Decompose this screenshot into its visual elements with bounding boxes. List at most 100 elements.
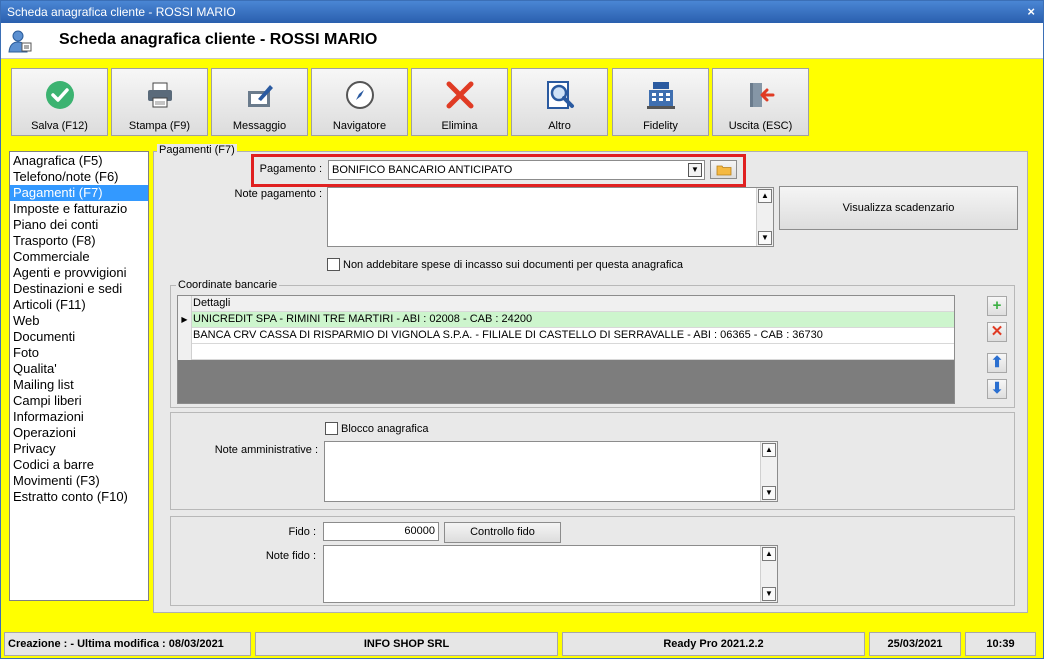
status-version: Ready Pro 2021.2.2 (562, 632, 865, 656)
nav-item-estratto-conto[interactable]: Estratto conto (F10) (10, 489, 148, 505)
pagamento-select[interactable]: BONIFICO BANCARIO ANTICIPATO ▼ (328, 160, 705, 180)
table-row[interactable]: BANCA CRV CASSA DI RISPARMIO DI VIGNOLA … (178, 328, 954, 344)
note-amministrative-field[interactable]: ▲ ▼ (324, 441, 778, 502)
coordinate-bancarie-grid: Dettagli ▶ UNICREDIT SPA - RIMINI TRE MA… (177, 295, 955, 404)
delete-button[interactable]: Elimina (411, 68, 508, 136)
no-spese-label: Non addebitare spese di incasso sui docu… (343, 259, 683, 271)
move-up-icon[interactable]: ⬆ (987, 353, 1007, 373)
message-button-label: Messaggio (232, 120, 287, 132)
open-folder-button[interactable] (710, 160, 737, 179)
fido-label: Fido : (288, 526, 316, 538)
move-down-icon[interactable]: ⬇ (987, 379, 1007, 399)
pagamento-label: Pagamento : (259, 163, 322, 175)
nav-item-web[interactable]: Web (10, 313, 148, 329)
user-card-icon (8, 30, 32, 53)
fidelity-button-label: Fidelity (643, 120, 678, 132)
add-icon[interactable]: + (987, 296, 1007, 316)
nav-item-anagrafica[interactable]: Anagrafica (F5) (10, 153, 148, 169)
fidelity-button[interactable]: Fidelity (612, 68, 709, 136)
title-bar: Scheda anagrafica cliente - ROSSI MARIO … (1, 1, 1043, 23)
blocco-anagrafica-checkbox[interactable] (325, 422, 338, 435)
other-button-label: Altro (548, 120, 571, 132)
note-fido-scrollbar[interactable]: ▲ ▼ (760, 546, 777, 602)
nav-item-foto[interactable]: Foto (10, 345, 148, 361)
page-title: Scheda anagrafica cliente - ROSSI MARIO (59, 31, 378, 48)
row-indicator (178, 344, 192, 360)
nav-item-campi-liberi[interactable]: Campi liberi (10, 393, 148, 409)
main-window: Scheda anagrafica cliente - ROSSI MARIO … (0, 0, 1044, 659)
scroll-down-icon[interactable]: ▼ (762, 587, 776, 601)
payments-section-label: Pagamenti (F7) (157, 144, 237, 156)
nav-item-codici-barre[interactable]: Codici a barre (10, 457, 148, 473)
bank-row-text: UNICREDIT SPA - RIMINI TRE MARTIRI - ABI… (193, 313, 533, 325)
nav-item-commerciale[interactable]: Commerciale (10, 249, 148, 265)
grid-header: Dettagli (178, 296, 954, 312)
navigator-button-label: Navigatore (332, 120, 387, 132)
controllo-fido-button[interactable]: Controllo fido (444, 522, 561, 543)
nav-item-privacy[interactable]: Privacy (10, 441, 148, 457)
scroll-up-icon[interactable]: ▲ (758, 189, 772, 203)
scroll-up-icon[interactable]: ▲ (762, 547, 776, 561)
column-header-dettagli[interactable]: Dettagli (193, 297, 230, 309)
window-title: Scheda anagrafica cliente - ROSSI MARIO (7, 5, 236, 19)
row-indicator (178, 328, 192, 344)
nav-item-pagamenti[interactable]: Pagamenti (F7) (10, 185, 148, 201)
nav-item-agenti[interactable]: Agenti e provvigioni (10, 265, 148, 281)
exit-button-label: Uscita (ESC) (728, 120, 793, 132)
scroll-down-icon[interactable]: ▼ (758, 231, 772, 245)
nav-item-movimenti[interactable]: Movimenti (F3) (10, 473, 148, 489)
nav-item-qualita[interactable]: Qualita' (10, 361, 148, 377)
scroll-down-icon[interactable]: ▼ (762, 486, 776, 500)
other-button[interactable]: Altro (511, 68, 608, 136)
status-time: 10:39 (965, 632, 1036, 656)
nav-item-trasporto[interactable]: Trasporto (F8) (10, 233, 148, 249)
message-button[interactable]: Messaggio (211, 68, 308, 136)
status-date: 25/03/2021 (869, 632, 961, 656)
section-list: Anagrafica (F5) Telefono/note (F6) Pagam… (9, 151, 149, 601)
status-creazione: Creazione : - Ultima modifica : 08/03/20… (4, 632, 251, 656)
note-fido-label: Note fido : (265, 550, 316, 562)
print-button[interactable]: Stampa (F9) (111, 68, 208, 136)
message-edit-icon (248, 85, 273, 107)
nav-item-informazioni[interactable]: Informazioni (10, 409, 148, 425)
bank-row-text: BANCA CRV CASSA DI RISPARMIO DI VIGNOLA … (193, 329, 823, 341)
exit-button[interactable]: Uscita (ESC) (712, 68, 809, 136)
print-button-label: Stampa (F9) (128, 120, 191, 132)
table-row[interactable]: ▶ UNICREDIT SPA - RIMINI TRE MARTIRI - A… (178, 312, 954, 328)
save-button[interactable]: Salva (F12) (11, 68, 108, 136)
nav-item-destinazioni[interactable]: Destinazioni e sedi (10, 281, 148, 297)
remove-icon[interactable]: ✕ (987, 322, 1007, 342)
fido-input[interactable]: 60000 (323, 522, 439, 541)
nav-item-operazioni[interactable]: Operazioni (10, 425, 148, 441)
check-circle-icon (46, 81, 74, 109)
chevron-down-icon[interactable]: ▼ (688, 163, 702, 177)
blocco-anagrafica-label: Blocco anagrafica (341, 423, 429, 435)
nav-item-telefono[interactable]: Telefono/note (F6) (10, 169, 148, 185)
compass-icon (346, 81, 374, 109)
visualizza-scadenzario-button[interactable]: Visualizza scadenzario (779, 186, 1018, 230)
note-fido-field[interactable]: ▲ ▼ (323, 545, 778, 603)
table-row-empty[interactable] (178, 344, 954, 360)
payments-panel: Pagamenti (F7) Pagamento : BONIFICO BANC… (153, 144, 1028, 613)
exit-door-icon (750, 83, 775, 107)
save-button-label: Salva (F12) (31, 120, 88, 132)
grid-header-indicator (178, 296, 192, 312)
close-icon[interactable]: × (1027, 1, 1035, 23)
nav-item-imposte[interactable]: Imposte e fatturazio (10, 201, 148, 217)
nav-item-articoli[interactable]: Articoli (F11) (10, 297, 148, 313)
folder-icon (716, 165, 731, 176)
printer-icon (148, 82, 172, 108)
note-pagamento-field[interactable]: ▲ ▼ (327, 187, 774, 247)
note-pagamento-label: Note pagamento : (234, 188, 322, 200)
note-amministrative-scrollbar[interactable]: ▲ ▼ (760, 442, 777, 501)
note-pagamento-scrollbar[interactable]: ▲ ▼ (756, 188, 773, 246)
no-spese-checkbox[interactable] (327, 258, 340, 271)
cash-register-icon (647, 82, 675, 109)
navigator-button[interactable]: Navigatore (311, 68, 408, 136)
nav-item-documenti[interactable]: Documenti (10, 329, 148, 345)
nav-item-mailing[interactable]: Mailing list (10, 377, 148, 393)
scroll-up-icon[interactable]: ▲ (762, 443, 776, 457)
header: Scheda anagrafica cliente - ROSSI MARIO (1, 23, 1043, 59)
nav-item-piano-conti[interactable]: Piano dei conti (10, 217, 148, 233)
delete-button-label: Elimina (441, 120, 478, 132)
